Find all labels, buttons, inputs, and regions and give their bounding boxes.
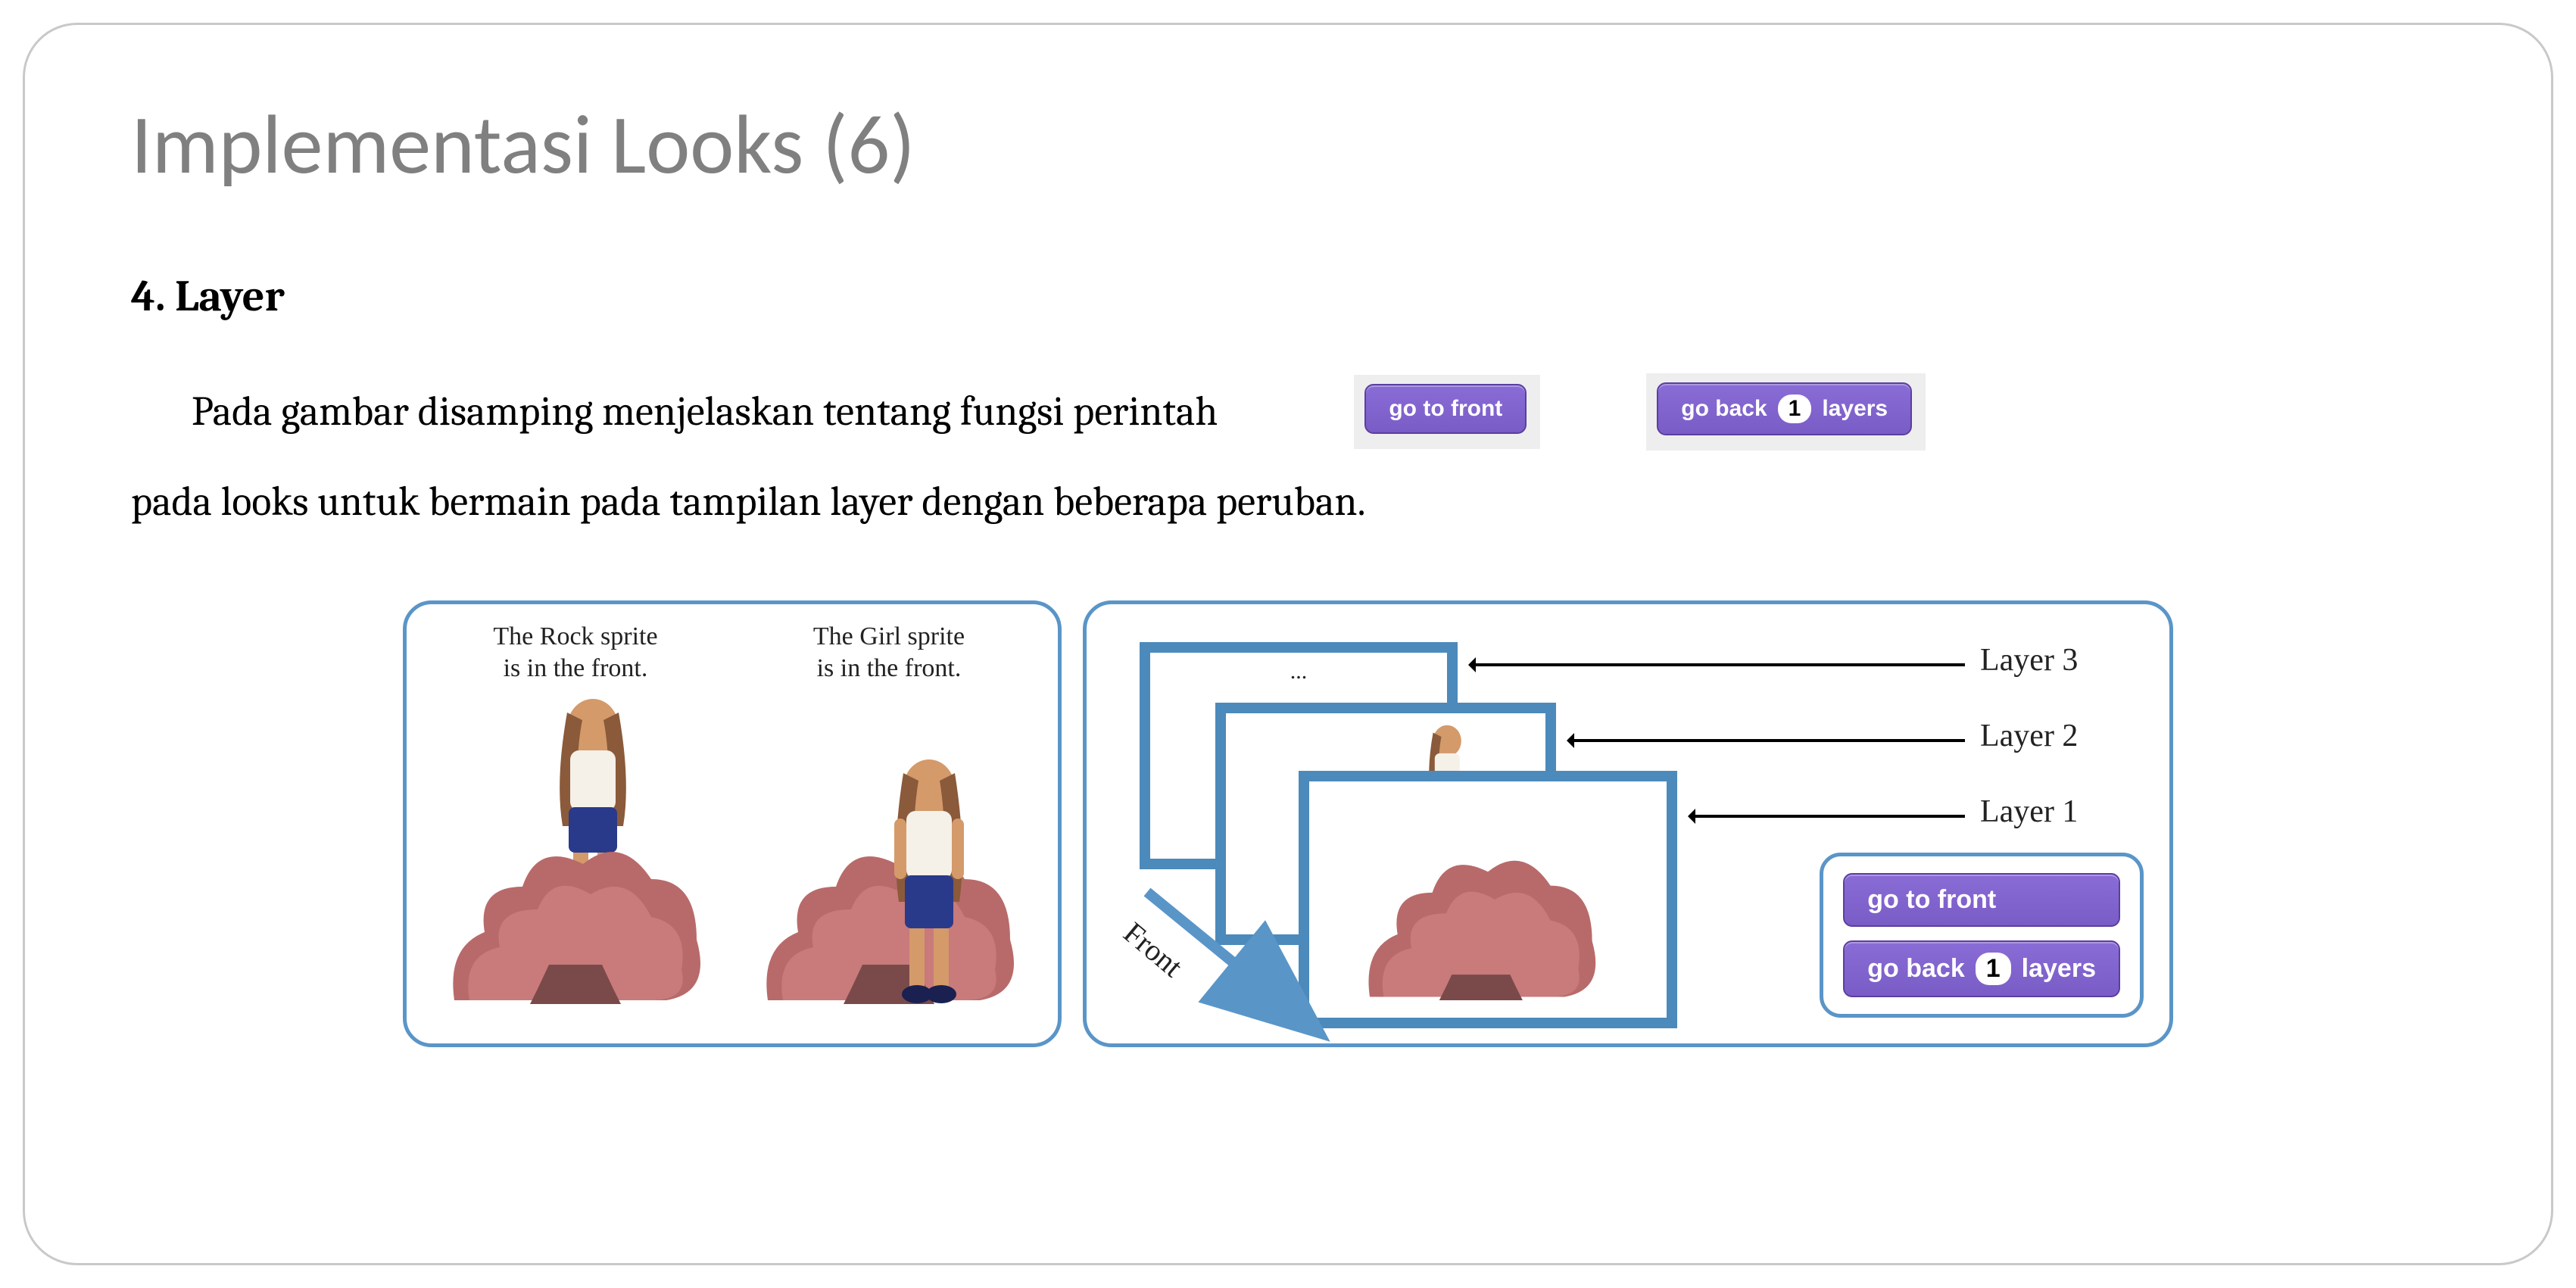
paragraph-line-2: pada looks untuk bermain pada tampilan l… [131,457,2445,547]
sprite-scene-girl-front [740,694,1038,1027]
block-text-prefix: go back [1867,954,1964,984]
girl-sprite-icon [861,750,997,1012]
block-text-suffix: layers [1822,396,1888,422]
scratch-block-go-to-front: go to front [1364,384,1527,434]
example-rock-front: The Rock sprite is in the front. [426,621,725,1027]
caption-text: is in the front. [817,654,962,682]
layer-example-panel-left: The Rock sprite is in the front. [403,600,1062,1047]
section-heading: 4. Layer [131,271,2445,322]
block-text-prefix: go back [1681,396,1767,422]
layer-blocks-box: go to front go back 1 layers [1820,853,2144,1018]
scratch-block-go-to-front: go to front [1843,873,2120,927]
rock-sprite-icon [439,819,712,1019]
arrow-to-layer-3 [1473,663,1965,666]
caption-text: The Rock sprite [493,622,657,650]
caption-text: The Girl sprite [813,622,965,650]
layer-diagram-panel-right: ... [1083,600,2173,1047]
caption-text: is in the front. [504,654,648,682]
scratch-block-go-back-layers: go back 1 layers [1657,382,1912,435]
caption-rock-front: The Rock sprite is in the front. [493,621,657,685]
block-wrap-go-back-layers: go back 1 layers [1646,373,1926,451]
block-text-suffix: layers [2022,954,2096,984]
label-layer-3: Layer 3 [1980,642,2078,678]
arrow-to-layer-1 [1692,815,1965,818]
illustration-row: The Rock sprite is in the front. [131,600,2445,1047]
label-layer-2: Layer 2 [1980,718,2078,754]
slide-frame: Implementasi Looks (6) 4. Layer Pada gam… [23,23,2553,1265]
block-value-pill: 1 [1778,395,1812,423]
sprite-scene-rock-front [426,694,725,1027]
layer-card-1 [1299,771,1677,1028]
rock-sprite-icon [1309,781,1667,1018]
block-value-pill: 1 [1976,953,2011,985]
paragraph-row-1: Pada gambar disamping menjelaskan tentan… [131,367,2445,457]
slide-title: Implementasi Looks (6) [131,93,2445,195]
label-layer-1: Layer 1 [1980,794,2078,830]
inline-blocks-group: go to front go back 1 layers [1354,373,1926,451]
example-girl-front: The Girl sprite is in the front. [740,621,1038,1027]
scratch-block-go-back-layers: go back 1 layers [1843,940,2120,997]
caption-girl-front: The Girl sprite is in the front. [813,621,965,685]
paragraph-line-1: Pada gambar disamping menjelaskan tentan… [131,367,1218,457]
block-wrap-go-to-front: go to front [1354,375,1540,449]
arrow-to-layer-2 [1571,739,1965,742]
layer-3-dots: ... [1150,659,1447,685]
